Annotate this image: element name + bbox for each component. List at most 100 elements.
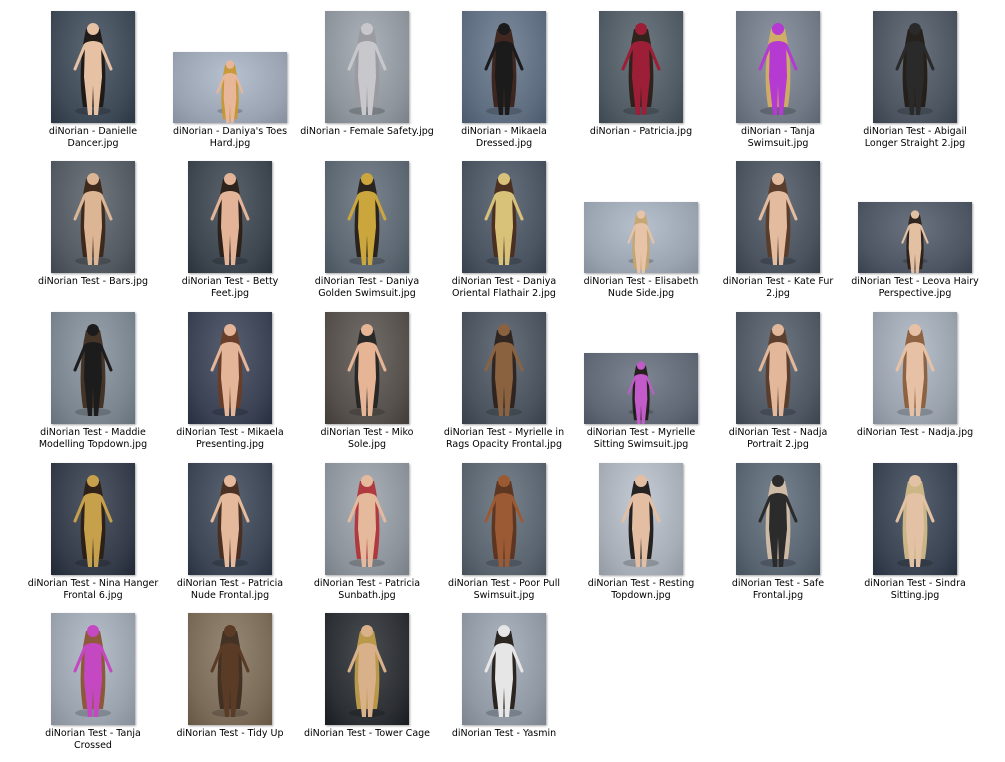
- file-item[interactable]: diNorian Test - Tower Cage: [298, 612, 436, 762]
- figure-silhouette: [599, 11, 683, 123]
- file-thumbnail[interactable]: [188, 463, 272, 575]
- figure-silhouette: [873, 463, 957, 575]
- file-thumbnail-grid: diNorian - Danielle Dancer.jpg diNorian -…: [0, 0, 1005, 754]
- file-item[interactable]: diNorian - Danielle Dancer.jpg: [24, 10, 162, 160]
- file-thumbnail[interactable]: [462, 161, 546, 273]
- file-thumbnail[interactable]: [462, 613, 546, 725]
- figure-silhouette: [599, 463, 683, 575]
- file-name-label: diNorian Test - Daniya Golden Swimsuit.j…: [314, 276, 420, 299]
- file-item[interactable]: diNorian Test - Maddie Modelling Topdown…: [24, 311, 162, 461]
- figure-silhouette: [51, 463, 135, 575]
- file-item[interactable]: diNorian Test - Myrielle in Rags Opacity…: [435, 311, 573, 461]
- file-thumbnail[interactable]: [599, 11, 683, 123]
- file-thumbnail[interactable]: [325, 613, 409, 725]
- file-name-label: diNorian Test - Sindra Sitting.jpg: [864, 578, 966, 601]
- file-thumbnail[interactable]: [188, 161, 272, 273]
- file-item[interactable]: diNorian Test - Nadja Portrait 2.jpg: [709, 311, 847, 461]
- file-item[interactable]: diNorian - Tanja Swimsuit.jpg: [709, 10, 847, 160]
- figure-silhouette: [462, 463, 546, 575]
- file-item[interactable]: diNorian Test - Kate Fur 2.jpg: [709, 160, 847, 310]
- file-thumbnail[interactable]: [51, 613, 135, 725]
- file-thumbnail[interactable]: [599, 463, 683, 575]
- file-thumbnail[interactable]: [462, 11, 546, 123]
- file-thumbnail[interactable]: [873, 463, 957, 575]
- file-thumbnail[interactable]: [188, 312, 272, 424]
- file-item[interactable]: diNorian Test - Patricia Nude Frontal.jp…: [161, 462, 299, 612]
- file-item[interactable]: diNorian Test - Nina Hanger Frontal 6.jp…: [24, 462, 162, 612]
- file-item[interactable]: diNorian Test - Tidy Up: [161, 612, 299, 762]
- file-item[interactable]: diNorian - Patricia.jpg: [572, 10, 710, 160]
- file-item[interactable]: diNorian Test - Miko Sole.jpg: [298, 311, 436, 461]
- file-name-label: diNorian - Mikaela Dressed.jpg: [461, 126, 547, 149]
- file-item[interactable]: diNorian - Daniya's Toes Hard.jpg: [161, 10, 299, 160]
- file-thumbnail[interactable]: [736, 463, 820, 575]
- file-item[interactable]: diNorian Test - Poor Pull Swimsuit.jpg: [435, 462, 573, 612]
- file-thumbnail[interactable]: [325, 161, 409, 273]
- file-thumbnail[interactable]: [325, 11, 409, 123]
- figure-silhouette: [188, 161, 272, 273]
- figure-silhouette: [584, 353, 698, 424]
- file-thumbnail[interactable]: [51, 161, 135, 273]
- file-thumbnail[interactable]: [462, 312, 546, 424]
- file-thumbnail[interactable]: [584, 202, 698, 273]
- file-name-label: diNorian Test - Abigail Longer Straight …: [863, 126, 967, 149]
- file-thumbnail[interactable]: [858, 202, 972, 273]
- file-thumbnail[interactable]: [325, 312, 409, 424]
- file-item[interactable]: diNorian Test - Tanja Crossed: [24, 612, 162, 762]
- figure-silhouette: [173, 52, 287, 123]
- file-thumbnail[interactable]: [51, 312, 135, 424]
- file-name-label: diNorian Test - Bars.jpg: [37, 276, 149, 287]
- file-thumbnail[interactable]: [736, 312, 820, 424]
- file-name-label: diNorian Test - Tidy Up: [176, 728, 284, 739]
- file-thumbnail[interactable]: [51, 11, 135, 123]
- figure-silhouette: [462, 11, 546, 123]
- file-item[interactable]: diNorian Test - Daniya Oriental Flathair…: [435, 160, 573, 310]
- figure-silhouette: [873, 312, 957, 424]
- file-thumbnail[interactable]: [584, 353, 698, 424]
- file-thumbnail[interactable]: [736, 161, 820, 273]
- file-name-label: diNorian Test - Mikaela Presenting.jpg: [176, 427, 284, 450]
- file-item[interactable]: diNorian - Female Safety.jpg: [298, 10, 436, 160]
- file-name-label: diNorian Test - Kate Fur 2.jpg: [722, 276, 834, 299]
- file-thumbnail[interactable]: [325, 463, 409, 575]
- file-thumbnail[interactable]: [462, 463, 546, 575]
- file-name-label: diNorian Test - Maddie Modelling Topdown…: [38, 427, 148, 450]
- file-thumbnail[interactable]: [873, 11, 957, 123]
- figure-silhouette: [325, 11, 409, 123]
- file-item[interactable]: diNorian - Mikaela Dressed.jpg: [435, 10, 573, 160]
- file-name-label: diNorian - Patricia.jpg: [589, 126, 693, 137]
- file-name-label: diNorian Test - Yasmin: [451, 728, 557, 739]
- file-item[interactable]: diNorian Test - Mikaela Presenting.jpg: [161, 311, 299, 461]
- file-thumbnail[interactable]: [873, 312, 957, 424]
- figure-silhouette: [462, 312, 546, 424]
- file-item[interactable]: diNorian Test - Safe Frontal.jpg: [709, 462, 847, 612]
- file-item[interactable]: diNorian Test - Bars.jpg: [24, 160, 162, 310]
- file-thumbnail[interactable]: [51, 463, 135, 575]
- file-thumbnail[interactable]: [188, 613, 272, 725]
- file-name-label: diNorian Test - Myrielle in Rags Opacity…: [443, 427, 565, 450]
- file-item[interactable]: diNorian Test - Patricia Sunbath.jpg: [298, 462, 436, 612]
- figure-silhouette: [325, 613, 409, 725]
- file-item[interactable]: diNorian Test - Leova Hairy Perspective.…: [846, 160, 984, 310]
- figure-silhouette: [188, 312, 272, 424]
- file-item[interactable]: diNorian Test - Nadja.jpg: [846, 311, 984, 461]
- file-item[interactable]: diNorian Test - Betty Feet.jpg: [161, 160, 299, 310]
- file-item[interactable]: diNorian Test - Abigail Longer Straight …: [846, 10, 984, 160]
- file-name-label: diNorian - Tanja Swimsuit.jpg: [741, 126, 815, 149]
- file-name-label: diNorian Test - Elisabeth Nude Side.jpg: [583, 276, 699, 299]
- file-item[interactable]: diNorian Test - Myrielle Sitting Swimsui…: [572, 311, 710, 461]
- file-item[interactable]: diNorian Test - Resting Topdown.jpg: [572, 462, 710, 612]
- file-name-label: diNorian - Female Safety.jpg: [300, 126, 434, 137]
- file-item[interactable]: diNorian Test - Elisabeth Nude Side.jpg: [572, 160, 710, 310]
- figure-silhouette: [51, 613, 135, 725]
- figure-silhouette: [584, 202, 698, 273]
- file-name-label: diNorian Test - Nina Hanger Frontal 6.jp…: [27, 578, 159, 601]
- file-item[interactable]: diNorian Test - Yasmin: [435, 612, 573, 762]
- figure-silhouette: [858, 202, 972, 273]
- figure-silhouette: [873, 11, 957, 123]
- figure-silhouette: [736, 161, 820, 273]
- file-thumbnail[interactable]: [173, 52, 287, 123]
- file-item[interactable]: diNorian Test - Sindra Sitting.jpg: [846, 462, 984, 612]
- file-thumbnail[interactable]: [736, 11, 820, 123]
- file-item[interactable]: diNorian Test - Daniya Golden Swimsuit.j…: [298, 160, 436, 310]
